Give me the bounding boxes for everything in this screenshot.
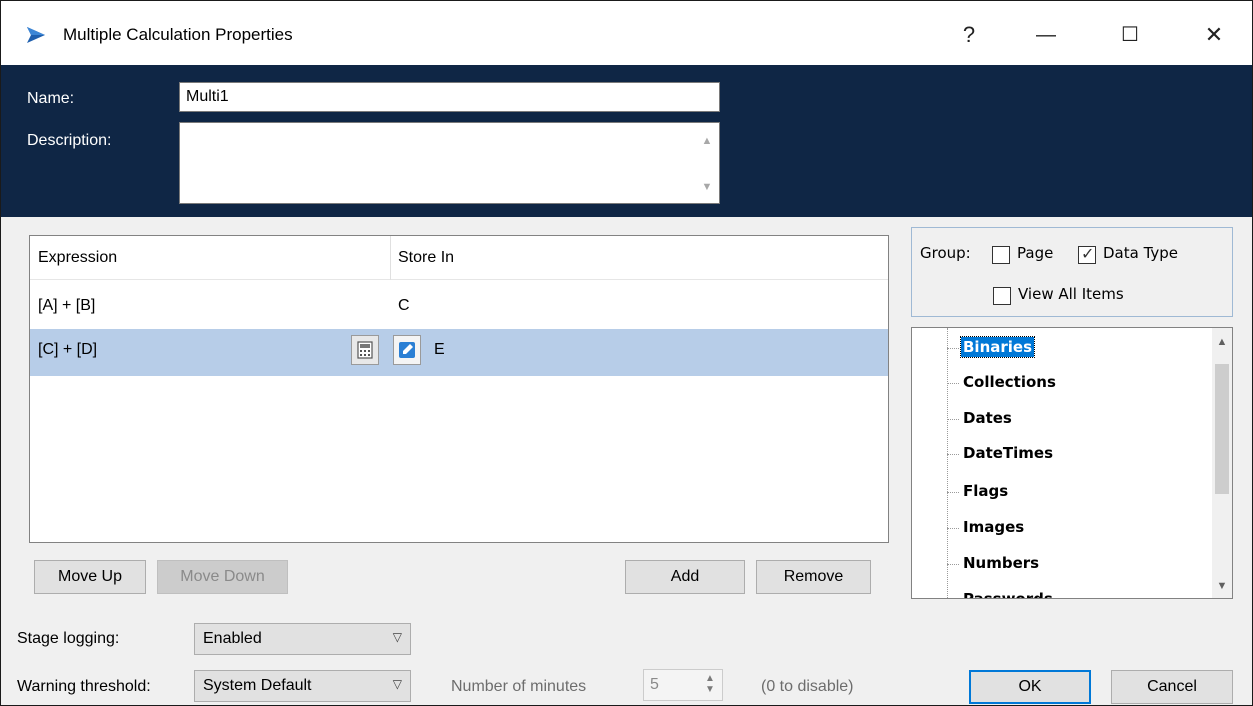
name-label: Name: (27, 90, 75, 107)
tree-item-label[interactable]: Numbers (961, 553, 1041, 573)
help-icon: ? (962, 22, 976, 47)
tree-item-label[interactable]: Flags (961, 481, 1010, 501)
maximize-icon: ☐ (1121, 24, 1139, 46)
warning-threshold-dropdown[interactable]: System Default ▽ (194, 670, 411, 702)
column-header-expression[interactable]: Expression (38, 249, 117, 267)
name-input[interactable] (179, 82, 720, 112)
blue-arrow-icon (27, 27, 45, 43)
expression-grid: Expression Store In [A] + [B] C [C] + [D… (29, 235, 889, 543)
chevron-down-icon: ▽ (392, 677, 402, 691)
close-button[interactable]: ✕ (1191, 15, 1237, 55)
tree-item-label[interactable]: Collections (961, 372, 1058, 392)
window-title: Multiple Calculation Properties (63, 25, 293, 44)
grid-header: Expression Store In (30, 236, 888, 280)
calculator-icon (357, 341, 373, 359)
help-button[interactable]: ? (946, 15, 992, 55)
warning-threshold-value: System Default (203, 677, 312, 694)
stage-logging-dropdown[interactable]: Enabled ▽ (194, 623, 411, 655)
scroll-up-icon[interactable]: ▲ (1212, 336, 1232, 348)
tree-scrollbar[interactable]: ▲ ▼ (1212, 328, 1232, 598)
add-button[interactable]: Add (625, 560, 745, 594)
scroll-thumb[interactable] (1215, 364, 1229, 494)
scroll-up-icon[interactable]: ▲ (699, 135, 715, 147)
disable-hint: (0 to disable) (761, 678, 854, 695)
column-divider[interactable] (390, 236, 391, 280)
calculator-button[interactable] (351, 335, 379, 365)
minutes-stepper[interactable]: 5 ▲ ▼ (643, 669, 723, 701)
tree-connector (947, 328, 948, 598)
data-type-checkbox[interactable]: ✓ (1078, 246, 1096, 264)
scroll-down-icon[interactable]: ▼ (699, 181, 715, 193)
scroll-down-icon[interactable]: ▼ (1212, 580, 1232, 592)
description-scrollbar[interactable]: ▲ ▼ (695, 123, 719, 203)
tree-item-label[interactable]: Dates (961, 408, 1014, 428)
minimize-button[interactable]: — (1023, 15, 1069, 55)
maximize-button[interactable]: ☐ (1107, 15, 1153, 55)
close-icon: ✕ (1204, 22, 1224, 47)
description-label: Description: (27, 132, 112, 149)
stage-logging-value: Enabled (203, 630, 262, 647)
view-all-items-label[interactable]: View All Items (1018, 285, 1124, 303)
properties-header: Name: Description: ▲ ▼ (1, 65, 1252, 217)
cancel-button[interactable]: Cancel (1111, 670, 1233, 704)
data-type-label[interactable]: Data Type (1103, 244, 1178, 262)
minimize-icon: — (1036, 24, 1056, 46)
store-in-cell[interactable]: E (434, 341, 445, 359)
expression-cell[interactable]: [A] + [B] (38, 297, 95, 315)
warning-threshold-label: Warning threshold: (17, 678, 151, 695)
description-field[interactable]: ▲ ▼ (179, 122, 720, 204)
table-row-selected[interactable]: [C] + [D] E (30, 329, 888, 376)
dialog-window: Multiple Calculation Properties ? — ☐ ✕ … (0, 0, 1253, 706)
data-type-tree[interactable]: Binaries Collections Dates DateTimes Fla… (911, 327, 1233, 599)
expression-cell[interactable]: [C] + [D] (38, 341, 97, 359)
tree-item-label[interactable]: Passwords (961, 589, 1055, 598)
data-item-picker-button[interactable] (393, 335, 421, 365)
group-options: Group: Page ✓ Data Type View All Items (911, 227, 1233, 317)
move-down-button[interactable]: Move Down (157, 560, 288, 594)
store-in-cell[interactable]: C (398, 297, 410, 315)
group-label: Group: (920, 244, 971, 262)
chevron-down-icon: ▽ (392, 630, 402, 644)
tree-item-label[interactable]: DateTimes (961, 443, 1055, 463)
title-bar: Multiple Calculation Properties ? — ☐ ✕ (1, 1, 1252, 65)
stepper-arrows-icon[interactable]: ▲ ▼ (702, 673, 718, 697)
minutes-value: 5 (650, 676, 659, 693)
page-checkbox[interactable] (992, 246, 1010, 264)
tree-item-label[interactable]: Images (961, 517, 1026, 537)
checkmark-icon: ✓ (1081, 246, 1095, 263)
remove-button[interactable]: Remove (756, 560, 871, 594)
move-up-button[interactable]: Move Up (34, 560, 146, 594)
page-label[interactable]: Page (1017, 244, 1053, 262)
table-row[interactable]: [A] + [B] C (30, 282, 888, 329)
stage-logging-label: Stage logging: (17, 630, 120, 647)
data-item-icon (399, 342, 415, 358)
ok-button[interactable]: OK (969, 670, 1091, 704)
number-of-minutes-label: Number of minutes (451, 678, 587, 695)
view-all-items-checkbox[interactable] (993, 287, 1011, 305)
tree-item-label[interactable]: Binaries (959, 336, 1036, 358)
column-header-store-in[interactable]: Store In (398, 249, 454, 267)
